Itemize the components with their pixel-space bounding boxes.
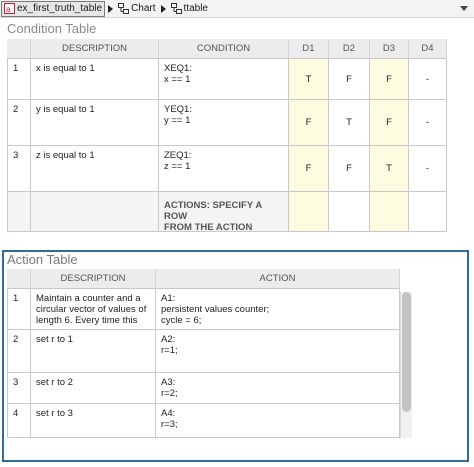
condition-label: XEQ1: (164, 63, 192, 74)
action-code-line: A2: (161, 334, 176, 345)
action-code-line: A3: (161, 377, 176, 388)
condition-table-title: Condition Table (7, 21, 97, 36)
row-number: 4 (7, 404, 31, 438)
breadcrumb-item-chart[interactable]: Chart (116, 1, 157, 17)
action-code-line: cycle = 6; (161, 315, 202, 326)
description-line: length 6. Every time this (36, 315, 138, 326)
chevron-right-icon (160, 4, 166, 13)
truth-table-icon (170, 3, 182, 14)
row-number: 1 (7, 59, 31, 100)
breadcrumb-item-ttable[interactable]: ttable (169, 1, 210, 17)
action-description[interactable]: set r to 1 (31, 330, 156, 373)
action-code-line: r=2; (161, 388, 178, 399)
breadcrumb-label: ex_first_truth_table (17, 3, 103, 14)
action-code-line: r=3; (161, 419, 178, 430)
header-d3: D3 (370, 39, 409, 59)
model-icon: a (4, 3, 15, 14)
header-rownum (7, 39, 31, 59)
action-table-title: Action Table (7, 252, 78, 267)
action-code-line: A4: (161, 408, 176, 419)
decision-cell-d3[interactable]: F (370, 59, 409, 100)
condition-description[interactable]: x is equal to 1 (31, 59, 159, 100)
actions-row-label-line: FROM THE ACTION TABLE (164, 222, 253, 232)
action-code[interactable]: A1: persistent values counter; cycle = 6… (156, 289, 400, 330)
condition-code: z == 1 (164, 161, 191, 172)
row-number: 1 (7, 289, 31, 330)
row-number: 2 (7, 100, 31, 146)
decision-cell-d4[interactable]: - (409, 100, 447, 146)
action-cell-d4[interactable] (409, 192, 447, 232)
condition-label: ZEQ1: (164, 150, 192, 161)
condition-expression[interactable]: ZEQ1: z == 1 (159, 146, 289, 192)
breadcrumb: a ex_first_truth_table Chart ttable (0, 0, 474, 18)
chart-icon (118, 3, 130, 14)
breadcrumb-item-model[interactable]: a ex_first_truth_table (1, 0, 106, 17)
svg-text:a: a (6, 5, 11, 14)
header-d4: D4 (409, 39, 447, 59)
chevron-right-icon (108, 4, 114, 13)
action-cell-d3[interactable] (370, 192, 409, 232)
action-cell-d1[interactable] (289, 192, 329, 232)
actions-row-label-line: ACTIONS: SPECIFY A ROW (164, 200, 262, 222)
actions-row-number (7, 192, 31, 232)
condition-expression[interactable]: XEQ1: x == 1 (159, 59, 289, 100)
decision-cell-d3[interactable]: F (370, 100, 409, 146)
row-number: 2 (7, 330, 31, 373)
action-description[interactable]: set r to 3 (31, 404, 156, 438)
decision-cell-d3[interactable]: T (370, 146, 409, 192)
action-code-line: A1: (161, 293, 176, 304)
header-description: DESCRIPTION (31, 39, 159, 59)
condition-code: x == 1 (164, 74, 191, 85)
decision-cell-d1[interactable]: T (289, 59, 329, 100)
description-line: circular vector of values of (36, 304, 147, 315)
action-code[interactable]: A4: r=3; (156, 404, 400, 438)
vertical-scrollbar-thumb[interactable] (402, 292, 411, 412)
decision-cell-d4[interactable]: - (409, 146, 447, 192)
actions-row-label: ACTIONS: SPECIFY A ROW FROM THE ACTION T… (159, 192, 289, 232)
breadcrumb-label: Chart (131, 3, 156, 14)
actions-row-description (31, 192, 159, 232)
decision-cell-d1[interactable]: F (289, 100, 329, 146)
header-description: DESCRIPTION (31, 269, 156, 289)
chevron-down-icon[interactable] (460, 6, 468, 11)
description-line: set r to 3 (36, 408, 73, 419)
action-code-line: r=1; (161, 345, 178, 356)
action-code-line: persistent values counter; (161, 304, 270, 315)
decision-cell-d4[interactable]: - (409, 59, 447, 100)
action-cell-d2[interactable] (329, 192, 370, 232)
breadcrumb-label: ttable (183, 3, 208, 14)
decision-cell-d2[interactable]: F (329, 59, 370, 100)
header-action: ACTION (156, 269, 400, 289)
action-description[interactable]: Maintain a counter and a circular vector… (31, 289, 156, 330)
condition-label: YEQ1: (164, 104, 192, 115)
header-d2: D2 (329, 39, 370, 59)
header-condition: CONDITION (159, 39, 289, 59)
description-line: set r to 1 (36, 334, 73, 345)
row-number: 3 (7, 373, 31, 404)
description-line: Maintain a counter and a (36, 293, 141, 304)
condition-description[interactable]: y is equal to 1 (31, 100, 159, 146)
action-description[interactable]: set r to 2 (31, 373, 156, 404)
header-d1: D1 (289, 39, 329, 59)
action-code[interactable]: A2: r=1; (156, 330, 400, 373)
condition-expression[interactable]: YEQ1: y == 1 (159, 100, 289, 146)
decision-cell-d2[interactable]: T (329, 100, 370, 146)
condition-code: y == 1 (164, 115, 191, 126)
description-line: set r to 2 (36, 377, 73, 388)
decision-cell-d1[interactable]: F (289, 146, 329, 192)
decision-cell-d2[interactable]: F (329, 146, 370, 192)
action-code[interactable]: A3: r=2; (156, 373, 400, 404)
row-number: 3 (7, 146, 31, 192)
header-rownum (7, 269, 31, 289)
condition-description[interactable]: z is equal to 1 (31, 146, 159, 192)
